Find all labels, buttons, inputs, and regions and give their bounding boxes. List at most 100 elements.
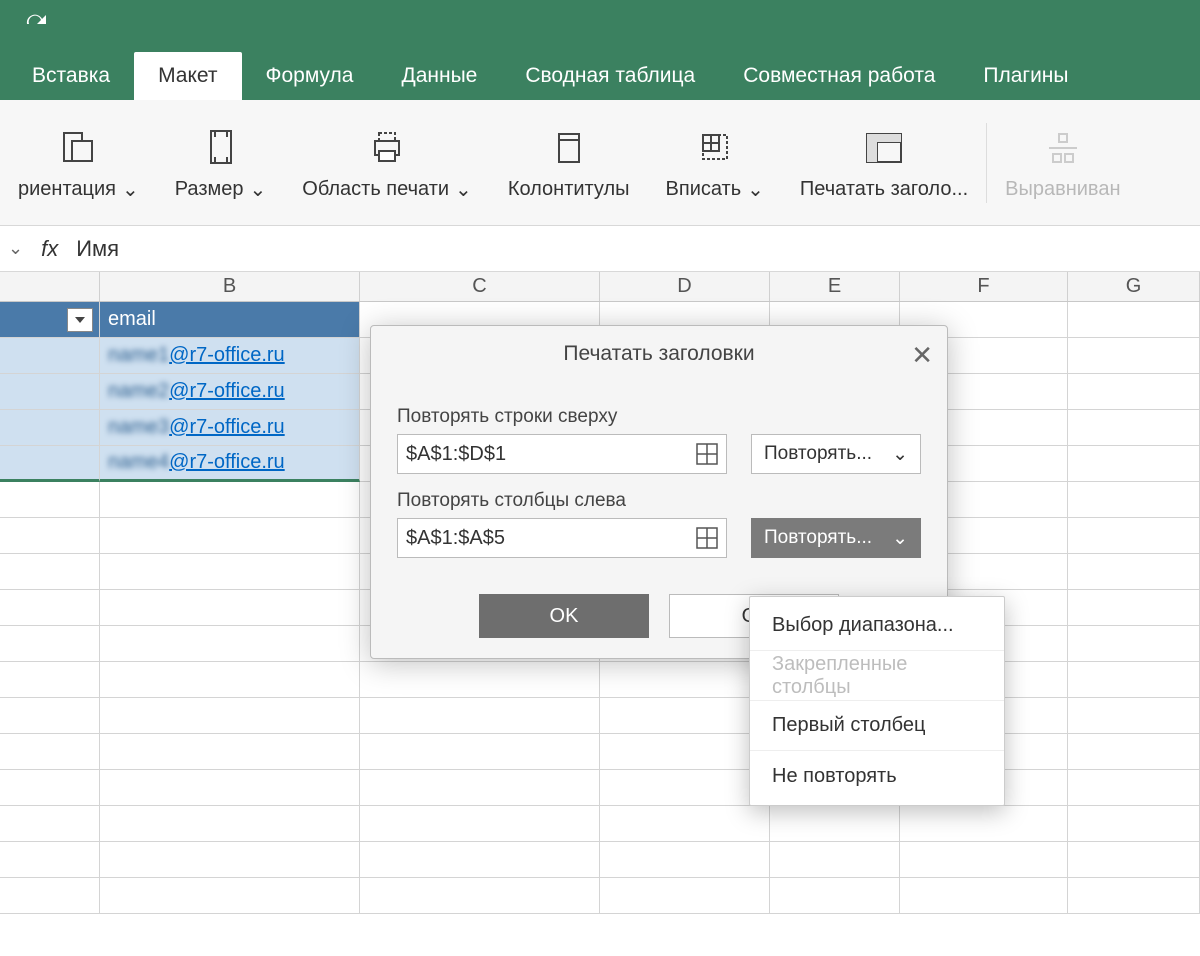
cell[interactable] bbox=[100, 734, 360, 770]
cell[interactable] bbox=[600, 734, 770, 770]
cell[interactable] bbox=[0, 626, 100, 662]
range-picker-icon[interactable] bbox=[696, 443, 718, 465]
ribbon-print-area[interactable]: Область печати⌄ bbox=[284, 100, 490, 225]
email-link[interactable]: @r7-office.ru bbox=[169, 416, 285, 439]
ribbon-orientation[interactable]: риентация⌄ bbox=[0, 100, 157, 225]
cell[interactable] bbox=[1068, 554, 1200, 590]
cell[interactable] bbox=[100, 626, 360, 662]
rows-repeat-combo[interactable]: Повторять... ⌄ bbox=[751, 434, 921, 474]
range-picker-icon[interactable] bbox=[696, 527, 718, 549]
cell[interactable] bbox=[770, 878, 900, 914]
cell[interactable] bbox=[100, 482, 360, 518]
cell[interactable] bbox=[0, 698, 100, 734]
cell[interactable] bbox=[360, 770, 600, 806]
cell[interactable] bbox=[0, 878, 100, 914]
cell[interactable] bbox=[0, 518, 100, 554]
cell[interactable] bbox=[0, 806, 100, 842]
cell[interactable] bbox=[360, 698, 600, 734]
table-header-email[interactable]: email bbox=[100, 302, 360, 338]
cell[interactable] bbox=[1068, 590, 1200, 626]
cell[interactable] bbox=[0, 842, 100, 878]
cell[interactable] bbox=[100, 878, 360, 914]
cols-range-input[interactable]: $A$1:$A$5 bbox=[397, 518, 727, 558]
cell[interactable] bbox=[0, 446, 100, 482]
rows-range-input[interactable]: $A$1:$D$1 bbox=[397, 434, 727, 474]
cell[interactable] bbox=[1068, 626, 1200, 662]
email-cell[interactable]: name2@r7-office.ru bbox=[100, 374, 360, 410]
cell[interactable] bbox=[1068, 446, 1200, 482]
email-link[interactable]: @r7-office.ru bbox=[169, 380, 285, 403]
cell[interactable] bbox=[600, 842, 770, 878]
cell[interactable] bbox=[1068, 770, 1200, 806]
cell[interactable] bbox=[0, 770, 100, 806]
col-header-c[interactable]: C bbox=[360, 272, 600, 301]
cell[interactable] bbox=[600, 662, 770, 698]
cell[interactable] bbox=[0, 734, 100, 770]
cell[interactable] bbox=[1068, 338, 1200, 374]
cell[interactable] bbox=[770, 806, 900, 842]
tab-formula[interactable]: Формула bbox=[242, 52, 378, 100]
cell[interactable] bbox=[360, 662, 600, 698]
cell[interactable] bbox=[100, 554, 360, 590]
cell[interactable] bbox=[900, 806, 1068, 842]
cell[interactable] bbox=[100, 770, 360, 806]
col-header-a[interactable] bbox=[0, 272, 100, 301]
cell[interactable] bbox=[0, 410, 100, 446]
cell[interactable] bbox=[600, 878, 770, 914]
cell[interactable] bbox=[0, 662, 100, 698]
cell[interactable] bbox=[360, 878, 600, 914]
tab-insert[interactable]: Вставка bbox=[8, 52, 134, 100]
col-header-g[interactable]: G bbox=[1068, 272, 1200, 301]
email-cell[interactable]: name4@r7-office.ru bbox=[100, 446, 360, 482]
cell[interactable] bbox=[360, 842, 600, 878]
name-box-chevron-icon[interactable]: ⌄ bbox=[8, 238, 23, 259]
tab-pivot[interactable]: Сводная таблица bbox=[501, 52, 719, 100]
cell[interactable] bbox=[100, 590, 360, 626]
cell[interactable] bbox=[100, 518, 360, 554]
cell[interactable] bbox=[1068, 806, 1200, 842]
ribbon-fit[interactable]: Вписать⌄ bbox=[648, 100, 782, 225]
cell[interactable] bbox=[600, 698, 770, 734]
col-header-f[interactable]: F bbox=[900, 272, 1068, 301]
cell[interactable] bbox=[0, 590, 100, 626]
menu-item-select-range[interactable]: Выбор диапазона... bbox=[750, 601, 1004, 651]
fx-label[interactable]: fx bbox=[33, 236, 66, 262]
cell[interactable] bbox=[600, 806, 770, 842]
email-cell[interactable]: name3@r7-office.ru bbox=[100, 410, 360, 446]
ok-button[interactable]: OK bbox=[479, 594, 649, 638]
tab-data[interactable]: Данные bbox=[377, 52, 501, 100]
cell[interactable] bbox=[1068, 698, 1200, 734]
col-header-b[interactable]: B bbox=[100, 272, 360, 301]
menu-item-first-col[interactable]: Первый столбец bbox=[750, 701, 1004, 751]
ribbon-print-titles[interactable]: Печатать заголо... bbox=[782, 100, 986, 225]
cell[interactable] bbox=[1068, 518, 1200, 554]
cell[interactable] bbox=[600, 770, 770, 806]
col-header-e[interactable]: E bbox=[770, 272, 900, 301]
cell[interactable] bbox=[1068, 482, 1200, 518]
tab-layout[interactable]: Макет bbox=[134, 52, 241, 100]
cell[interactable] bbox=[1068, 374, 1200, 410]
cell[interactable] bbox=[100, 806, 360, 842]
email-cell[interactable]: name1@r7-office.ru bbox=[100, 338, 360, 374]
menu-item-no-repeat[interactable]: Не повторять bbox=[750, 751, 1004, 801]
email-link[interactable]: @r7-office.ru bbox=[169, 344, 285, 367]
cell[interactable] bbox=[0, 554, 100, 590]
cell[interactable] bbox=[100, 662, 360, 698]
cell[interactable] bbox=[0, 482, 100, 518]
cell[interactable] bbox=[1068, 842, 1200, 878]
filter-cell[interactable] bbox=[0, 302, 100, 338]
redo-icon[interactable] bbox=[24, 12, 48, 32]
cols-repeat-combo[interactable]: Повторять... ⌄ bbox=[751, 518, 921, 558]
email-link[interactable]: @r7-office.ru bbox=[169, 451, 285, 474]
cell[interactable] bbox=[1068, 410, 1200, 446]
cell[interactable] bbox=[1068, 878, 1200, 914]
cell[interactable] bbox=[100, 698, 360, 734]
cell[interactable] bbox=[100, 842, 360, 878]
tab-collab[interactable]: Совместная работа bbox=[719, 52, 959, 100]
ribbon-size[interactable]: Размер⌄ bbox=[157, 100, 285, 225]
cell[interactable] bbox=[900, 842, 1068, 878]
col-header-d[interactable]: D bbox=[600, 272, 770, 301]
tab-plugins[interactable]: Плагины bbox=[959, 52, 1092, 100]
ribbon-headers-footers[interactable]: Колонтитулы bbox=[490, 100, 648, 225]
cell[interactable] bbox=[770, 842, 900, 878]
